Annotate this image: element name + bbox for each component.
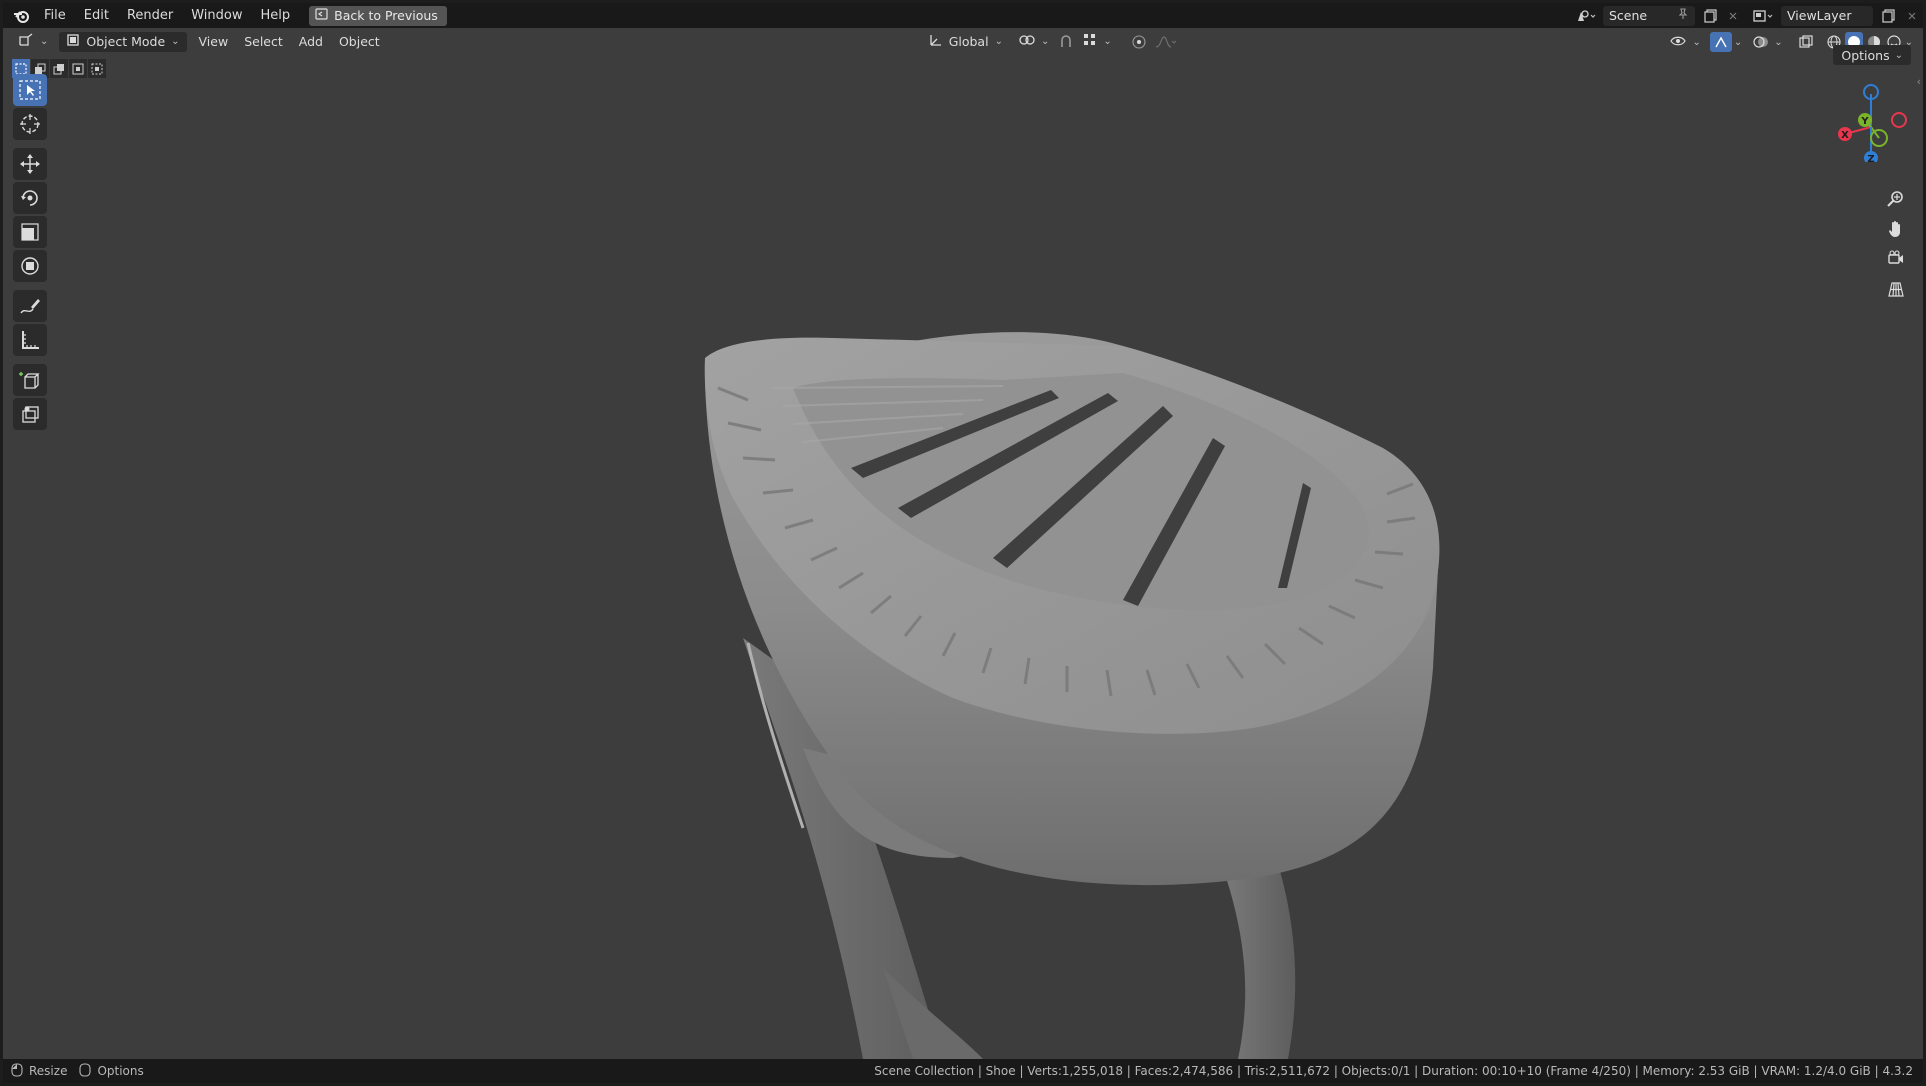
orientation-axes-icon [929,33,943,50]
back-icon [315,8,328,23]
chevron-down-icon: ⌄ [994,36,1003,47]
3d-viewport[interactable]: ⌄ Object Mode ⌄ View Select Add Object G… [3,28,1923,1059]
menu-file[interactable]: File [35,3,75,28]
camera-view-icon[interactable] [1883,246,1909,272]
sidebar-toggle-icon[interactable]: ‹ [1917,75,1921,88]
navigation-gizmo[interactable]: X Y Z [1821,72,1911,162]
xray-toggle-icon[interactable] [1795,32,1817,52]
mouse-left-icon [11,1062,23,1080]
menu-object[interactable]: Object [331,32,388,52]
menu-help[interactable]: Help [252,3,300,28]
new-scene-icon[interactable] [1699,6,1723,26]
top-menu-bar: File Edit Render Window Help Back to Pre… [3,3,1923,28]
select-subtract-icon[interactable] [50,59,68,78]
move-icon[interactable] [13,148,47,180]
scale-icon[interactable] [13,216,47,248]
pivot-point-dropdown[interactable]: ⌄ [1011,31,1057,52]
status-options-label: Options [97,1064,144,1078]
select-intersect-icon[interactable] [88,59,106,78]
snap-target-dropdown[interactable]: ⌄ [1076,31,1119,52]
menu-add[interactable]: Add [291,32,331,52]
top-right-controls: Scene ViewLayer [1571,3,1923,28]
chevron-down-icon: ⌄ [1692,36,1701,48]
status-bar: Resize Options Scene Collection | Shoe |… [3,1059,1923,1083]
transform-orientation-label: Global [948,34,989,49]
transform-icon[interactable] [13,250,47,282]
gizmo-x-label: X [1841,130,1849,141]
chevron-down-icon: ⌄ [40,36,49,47]
view-layer-name: ViewLayer [1787,8,1852,23]
extrude-icon[interactable] [13,398,47,430]
menu-render[interactable]: Render [118,3,182,28]
options-dropdown[interactable]: Options ⌄ [1833,45,1911,65]
options-label: Options [1841,47,1890,63]
delete-view-layer-icon[interactable] [1901,6,1923,26]
pivot-point-icon [1019,33,1035,50]
mouse-right-icon [79,1062,92,1080]
delete-scene-icon[interactable] [1723,6,1743,26]
grid-view-icon[interactable] [1883,276,1909,302]
scene-selector-icon[interactable] [1571,6,1601,26]
chevron-down-icon: ⌄ [1040,36,1050,47]
editor-type-dropdown[interactable]: ⌄ [11,31,56,52]
rotate-icon[interactable] [13,182,47,214]
viewport-header: ⌄ Object Mode ⌄ View Select Add Object G… [3,28,1923,55]
view-layer-selector-icon[interactable] [1749,6,1779,26]
blender-logo-icon[interactable] [9,3,35,28]
falloff-curve-icon[interactable] [1151,32,1181,52]
object-mode-dropdown[interactable]: Object Mode ⌄ [59,31,187,52]
menu-select[interactable]: Select [236,32,291,52]
object-mode-label: Object Mode [86,34,166,49]
chevron-down-icon[interactable]: ⌄ [1734,37,1742,48]
select-invert-icon[interactable] [69,59,87,78]
snap-grid-icon [1083,33,1097,50]
new-view-layer-icon[interactable] [1877,6,1901,26]
menu-window[interactable]: Window [182,3,251,28]
menu-view[interactable]: View [191,32,237,52]
show-overlays-icon[interactable] [1750,32,1772,52]
chevron-down-icon: ⌄ [171,36,180,47]
tool-shelf [11,72,49,432]
scene-name-field[interactable]: Scene [1603,5,1695,26]
object-mode-icon [66,33,80,50]
pan-hand-icon[interactable] [1883,216,1909,242]
measure-icon[interactable] [13,324,47,356]
status-hints: Resize Options [3,1062,144,1080]
chevron-down-icon[interactable]: ⌄ [1774,37,1782,48]
snap-toggle-icon[interactable] [1056,32,1076,52]
eye-icon [1670,35,1687,50]
annotate-icon[interactable] [13,290,47,322]
shoe-model-render [704,332,1440,1059]
editor-type-icon [18,33,34,50]
back-to-previous-label: Back to Previous [334,8,438,23]
back-to-previous-button[interactable]: Back to Previous [309,5,447,26]
select-box-icon[interactable] [13,74,47,106]
gizmo-y-label: Y [1860,116,1869,127]
status-resize-label: Resize [29,1064,68,1078]
scene-statistics: Scene Collection | Shoe | Verts:1,255,01… [874,1064,1913,1078]
gizmo-z-label: Z [1867,154,1874,162]
show-gizmo-icon[interactable] [1709,32,1732,52]
visibility-dropdown[interactable]: ⌄ [1663,32,1708,52]
chevron-down-icon: ⌄ [1894,49,1903,61]
cursor-icon[interactable] [13,108,47,140]
pin-icon[interactable] [1677,8,1689,23]
proportional-editing-icon[interactable] [1127,32,1151,52]
chevron-down-icon: ⌄ [1103,36,1112,47]
view-layer-name-field[interactable]: ViewLayer [1781,5,1873,26]
scene-name: Scene [1609,8,1648,23]
zoom-icon[interactable] [1883,186,1909,212]
menu-edit[interactable]: Edit [75,3,118,28]
add-cube-icon[interactable] [13,364,47,396]
transform-orientation-dropdown[interactable]: Global ⌄ [921,31,1010,52]
